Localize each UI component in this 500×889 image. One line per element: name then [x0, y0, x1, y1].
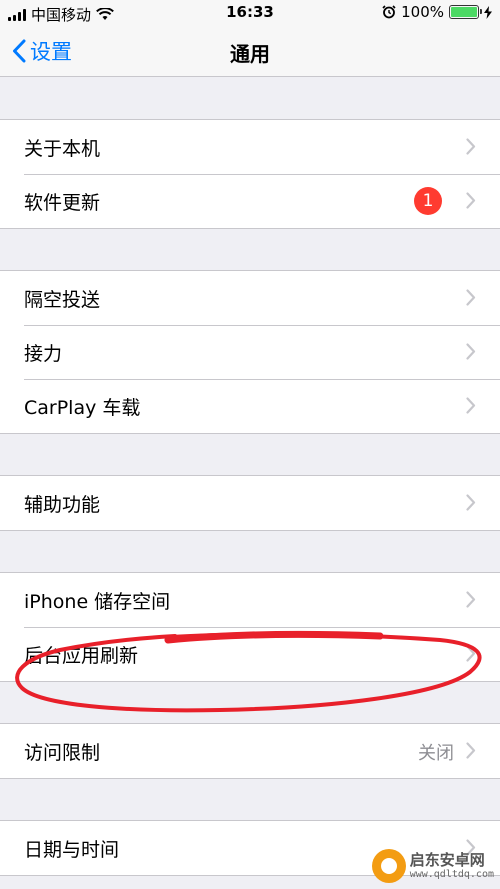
watermark-name: 启东安卓网: [409, 851, 485, 870]
settings-group-connectivity: 隔空投送 接力 CarPlay 车载: [0, 270, 500, 434]
row-iphone-storage[interactable]: iPhone 储存空间: [0, 573, 500, 627]
watermark-url: www.qdltdq.com: [409, 868, 494, 880]
charging-icon: [484, 5, 492, 19]
settings-group-accessibility: 辅助功能: [0, 475, 500, 531]
row-label: 接力: [24, 343, 63, 365]
row-label: 后台应用刷新: [24, 645, 139, 667]
row-label: 软件更新: [24, 192, 101, 214]
chevron-right-icon: [466, 397, 476, 414]
row-carplay[interactable]: CarPlay 车载: [0, 379, 500, 433]
page-title: 通用: [230, 42, 270, 66]
watermark-logo-icon: [371, 849, 406, 883]
row-label: 访问限制: [24, 742, 101, 764]
battery-percent: 100%: [401, 3, 444, 21]
navigation-bar: 设置 通用: [0, 26, 500, 77]
alarm-icon: [382, 5, 396, 19]
row-value: 关闭: [418, 743, 454, 764]
chevron-right-icon: [466, 742, 476, 759]
row-about[interactable]: 关于本机: [0, 120, 500, 174]
chevron-right-icon: [466, 289, 476, 306]
chevron-right-icon: [466, 494, 476, 511]
row-handoff[interactable]: 接力: [0, 325, 500, 379]
row-airdrop[interactable]: 隔空投送: [0, 271, 500, 325]
chevron-right-icon: [466, 138, 476, 155]
row-restrictions[interactable]: 访问限制 关闭: [0, 724, 500, 778]
row-label: 隔空投送: [24, 289, 101, 311]
settings-group-about: 关于本机 软件更新 1: [0, 119, 500, 229]
row-label: 日期与时间: [24, 839, 120, 861]
battery-icon: [449, 5, 482, 19]
watermark-text: 启东安卓网 www.qdltdq.com: [410, 852, 494, 880]
status-bar: 中国移动 16:33 100%: [0, 0, 500, 26]
row-label: iPhone 储存空间: [24, 591, 171, 613]
row-background-app-refresh[interactable]: 后台应用刷新: [0, 627, 500, 681]
status-right: 100%: [382, 3, 492, 21]
row-label: 关于本机: [24, 138, 101, 160]
row-accessibility[interactable]: 辅助功能: [0, 476, 500, 530]
update-badge: 1: [414, 187, 442, 215]
chevron-right-icon: [466, 343, 476, 360]
settings-group-restrictions: 访问限制 关闭: [0, 723, 500, 779]
chevron-right-icon: [466, 192, 476, 209]
row-label: CarPlay 车载: [24, 397, 141, 419]
row-software-update[interactable]: 软件更新 1: [0, 174, 500, 228]
chevron-right-icon: [466, 591, 476, 608]
row-label: 辅助功能: [24, 494, 101, 516]
settings-group-storage: iPhone 储存空间 后台应用刷新: [0, 572, 500, 682]
watermark: 启东安卓网 www.qdltdq.com: [371, 849, 494, 883]
chevron-right-icon: [466, 645, 476, 662]
